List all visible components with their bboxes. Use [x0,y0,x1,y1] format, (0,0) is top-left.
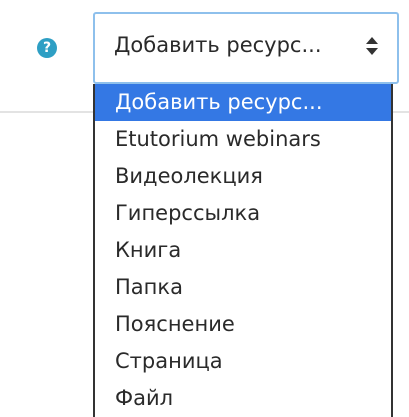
add-resource-select[interactable]: Добавить ресурс... [93,12,399,84]
dropdown-option-hyperlink[interactable]: Гиперссылка [95,195,391,232]
help-icon[interactable]: ? [37,38,57,58]
dropdown-option-page[interactable]: Страница [95,343,391,380]
add-resource-dropdown-list: Добавить ресурс... Etutorium webinars Ви… [93,84,393,417]
dropdown-option-book[interactable]: Книга [95,232,391,269]
dropdown-option-etutorium-webinars[interactable]: Etutorium webinars [95,121,391,158]
up-down-arrows-icon [366,37,378,63]
dropdown-option-video-lecture[interactable]: Видеолекция [95,158,391,195]
dropdown-option-add-resource[interactable]: Добавить ресурс... [95,84,391,121]
dropdown-option-label[interactable]: Пояснение [95,306,391,343]
add-resource-panel: ? Добавить ресурс... Добавить ресурс... … [0,0,409,417]
dropdown-option-folder[interactable]: Папка [95,269,391,306]
dropdown-option-file[interactable]: Файл [95,380,391,417]
select-current-value: Добавить ресурс... [114,33,322,57]
